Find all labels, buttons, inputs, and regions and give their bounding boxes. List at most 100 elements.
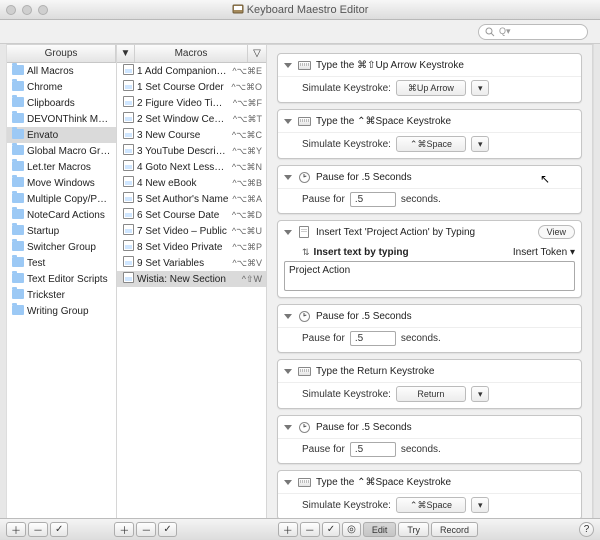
macros-row[interactable]: 7 Set Video – Public^⌥⌘U: [117, 223, 266, 239]
pause-value-input[interactable]: .5: [350, 331, 396, 346]
field-label: Simulate Keystroke:: [302, 139, 391, 150]
groups-row[interactable]: Global Macro Group: [7, 143, 116, 159]
group-label: Switcher Group: [27, 242, 112, 253]
macros-row[interactable]: 4 Goto Next Lesso…^⌥⌘N: [117, 159, 266, 175]
groups-row[interactable]: Let.ter Macros: [7, 159, 116, 175]
macros-row[interactable]: 2 Figure Video Times^⌥⌘F: [117, 95, 266, 111]
macros-row[interactable]: Wistia: New Section^⇧W: [117, 271, 266, 287]
keystroke-dropdown[interactable]: ▾: [471, 80, 490, 96]
action-card[interactable]: Pause for .5 SecondsPause for.5seconds.: [277, 304, 582, 353]
groups-header[interactable]: Groups: [7, 45, 116, 63]
reorder-icon[interactable]: ⇅: [302, 247, 310, 257]
keystroke-field[interactable]: Return: [396, 386, 466, 402]
macro-shortcut: ^⇧W: [242, 274, 262, 285]
groups-row[interactable]: Startup: [7, 223, 116, 239]
group-enable-button[interactable]: ✓: [50, 522, 68, 537]
macros-row[interactable]: 4 New eBook^⌥⌘B: [117, 175, 266, 191]
disclosure-icon[interactable]: [284, 119, 292, 124]
group-label: Test: [27, 258, 112, 269]
titlebar: Keyboard Maestro Editor: [0, 0, 600, 20]
macros-row[interactable]: 3 YouTube Descrip…^⌥⌘Y: [117, 143, 266, 159]
insert-text-field[interactable]: Project Action: [284, 261, 575, 291]
edit-button[interactable]: Edit: [363, 522, 397, 537]
action-card[interactable]: Type the ⌃⌘Space KeystrokeSimulate Keyst…: [277, 470, 582, 518]
action-card[interactable]: Type the ⌘⇧Up Arrow KeystrokeSimulate Ke…: [277, 53, 582, 103]
action-remove-button[interactable]: －: [300, 522, 320, 537]
keystroke-dropdown[interactable]: ▾: [471, 497, 490, 513]
groups-row[interactable]: Multiple Copy/Paste: [7, 191, 116, 207]
clock-icon: [299, 422, 310, 433]
groups-row[interactable]: All Macros: [7, 63, 116, 79]
keystroke-dropdown[interactable]: ▾: [471, 136, 490, 152]
macros-row[interactable]: 8 Set Video Private^⌥⌘P: [117, 239, 266, 255]
macros-row[interactable]: 3 New Course^⌥⌘C: [117, 127, 266, 143]
disclosure-icon[interactable]: [284, 314, 292, 319]
action-card[interactable]: Insert Text 'Project Action' by TypingVi…: [277, 220, 582, 298]
group-label: Text Editor Scripts: [27, 274, 112, 285]
action-card[interactable]: Type the Return KeystrokeSimulate Keystr…: [277, 359, 582, 409]
groups-row[interactable]: Envato: [7, 127, 116, 143]
group-add-button[interactable]: ＋: [6, 522, 26, 537]
groups-row[interactable]: Clipboards: [7, 95, 116, 111]
action-add-button[interactable]: ＋: [278, 522, 298, 537]
keystroke-dropdown[interactable]: ▾: [471, 386, 490, 402]
disclosure-icon[interactable]: [284, 425, 292, 430]
try-button[interactable]: Try: [398, 522, 429, 537]
groups-row[interactable]: Test: [7, 255, 116, 271]
folder-icon: [11, 81, 25, 94]
disclosure-icon[interactable]: [284, 63, 292, 68]
pause-value-input[interactable]: .5: [350, 192, 396, 207]
macros-row[interactable]: 2 Set Window Center^⌥⌘T: [117, 111, 266, 127]
group-label: Clipboards: [27, 98, 112, 109]
pause-value-input[interactable]: .5: [350, 442, 396, 457]
disclosure-icon[interactable]: [284, 369, 292, 374]
macros-row[interactable]: 1 Add Companion C…^⌥⌘E: [117, 63, 266, 79]
group-remove-button[interactable]: －: [28, 522, 48, 537]
view-button[interactable]: View: [538, 225, 575, 239]
folder-icon: [11, 145, 25, 158]
macros-row[interactable]: 9 Set Variables^⌥⌘V: [117, 255, 266, 271]
macro-icon: [121, 128, 135, 142]
sort-asc-icon[interactable]: ▼: [117, 45, 135, 62]
group-label: Move Windows: [27, 178, 112, 189]
groups-row[interactable]: Switcher Group: [7, 239, 116, 255]
macros-row[interactable]: 1 Set Course Order^⌥⌘O: [117, 79, 266, 95]
group-label: Let.ter Macros: [27, 162, 112, 173]
action-card[interactable]: Pause for .5 SecondsPause for.5seconds.: [277, 415, 582, 464]
action-card[interactable]: Pause for .5 SecondsPause for.5seconds.: [277, 165, 582, 214]
macro-shortcut: ^⌥⌘Y: [232, 146, 262, 157]
help-button[interactable]: ?: [579, 522, 594, 537]
action-enable-button[interactable]: ✓: [322, 522, 340, 537]
disclosure-icon[interactable]: [284, 480, 292, 485]
groups-row[interactable]: Chrome: [7, 79, 116, 95]
groups-row[interactable]: Move Windows: [7, 175, 116, 191]
group-label: Trickster: [27, 290, 112, 301]
keystroke-field[interactable]: ⌘Up Arrow: [396, 80, 466, 96]
action-preview-button[interactable]: ◎: [342, 522, 361, 537]
keystroke-field[interactable]: ⌃⌘Space: [396, 497, 466, 513]
groups-row[interactable]: Text Editor Scripts: [7, 271, 116, 287]
sort-desc-icon[interactable]: ▽: [248, 45, 266, 62]
groups-row[interactable]: Writing Group: [7, 303, 116, 319]
record-button[interactable]: Record: [431, 522, 478, 537]
macro-enable-button[interactable]: ✓: [158, 522, 176, 537]
macro-shortcut: ^⌥⌘B: [232, 178, 262, 189]
groups-row[interactable]: DEVONThink Macros: [7, 111, 116, 127]
macros-row[interactable]: 6 Set Course Date^⌥⌘D: [117, 207, 266, 223]
groups-row[interactable]: Trickster: [7, 287, 116, 303]
search-input[interactable]: Q▾: [478, 24, 588, 40]
macros-header[interactable]: ▼ Macros ▽: [117, 45, 266, 63]
groups-row[interactable]: NoteCard Actions: [7, 207, 116, 223]
keystroke-field[interactable]: ⌃⌘Space: [396, 136, 466, 152]
field-suffix: seconds.: [401, 333, 441, 344]
macro-add-button[interactable]: ＋: [114, 522, 134, 537]
action-title: Pause for .5 Seconds: [316, 311, 575, 322]
macro-remove-button[interactable]: －: [136, 522, 156, 537]
action-card[interactable]: Type the ⌃⌘Space KeystrokeSimulate Keyst…: [277, 109, 582, 159]
folder-icon: [11, 97, 25, 110]
keyboard-icon: [298, 478, 311, 487]
disclosure-icon[interactable]: [284, 230, 292, 235]
insert-token-dropdown[interactable]: Insert Token ▾: [513, 247, 575, 258]
macros-row[interactable]: 5 Set Author's Name^⌥⌘A: [117, 191, 266, 207]
disclosure-icon[interactable]: [284, 175, 292, 180]
